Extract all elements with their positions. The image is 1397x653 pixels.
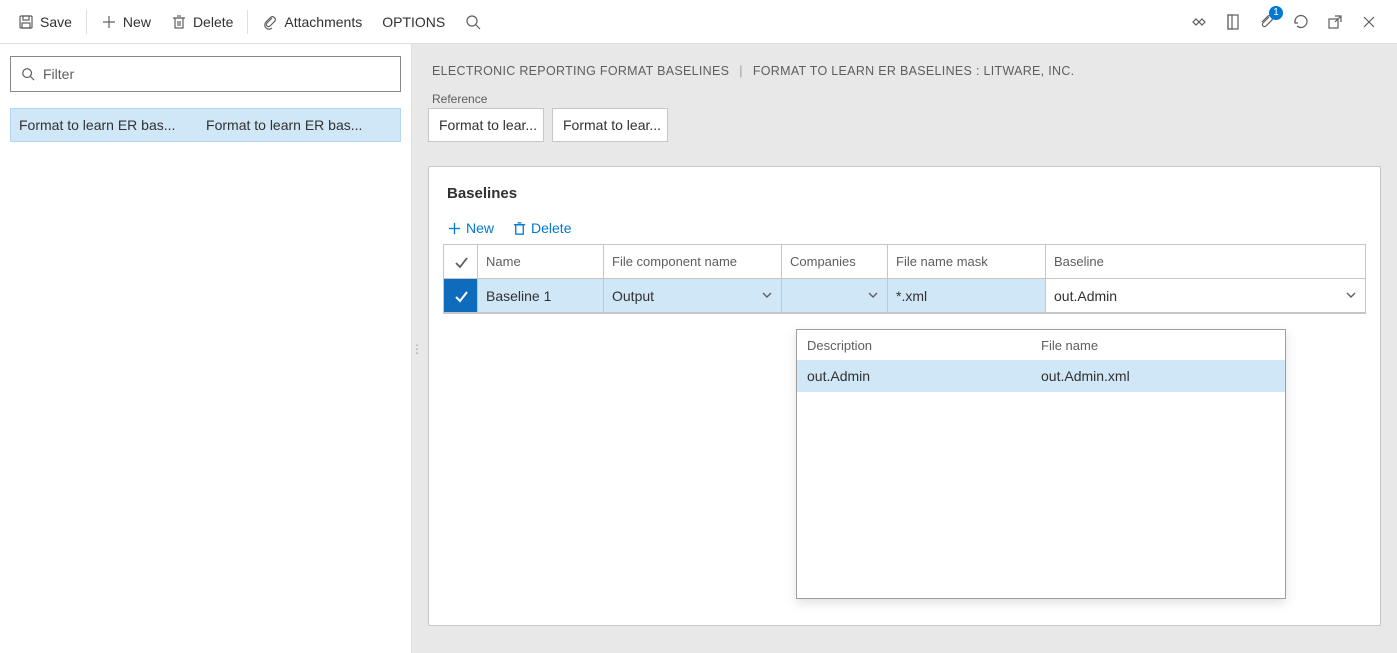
reference-field-2[interactable]: Format to lear...	[552, 108, 668, 142]
col-file-component[interactable]: File component name	[604, 245, 782, 278]
card-title: Baselines	[447, 185, 1368, 202]
reference-label: Reference	[432, 92, 1379, 106]
trash-icon	[512, 221, 527, 236]
baselines-card: Baselines New Delete Name File component…	[428, 166, 1381, 626]
save-icon	[18, 14, 34, 30]
cell-file-component-value: Output	[612, 288, 654, 304]
card-new-button[interactable]: New	[447, 220, 494, 236]
cell-file-mask[interactable]: *.xml	[888, 279, 1046, 312]
attachments-right-icon[interactable]: 1	[1257, 12, 1277, 32]
toolbar: Save New Delete Attachments OPTIONS 1	[0, 0, 1397, 44]
delete-label: Delete	[193, 14, 233, 30]
plus-icon	[447, 221, 462, 236]
delete-button[interactable]: Delete	[161, 6, 243, 38]
card-delete-label: Delete	[531, 220, 571, 236]
separator	[86, 10, 87, 34]
table-row[interactable]: Baseline 1 Output *.xml out.Admin	[444, 279, 1365, 313]
resize-handle[interactable]: ⋮	[412, 342, 425, 356]
dropdown-row-filename: out.Admin.xml	[1041, 368, 1130, 384]
separator	[247, 10, 248, 34]
breadcrumb-b[interactable]: FORMAT TO LEARN ER BASELINES : LITWARE, …	[753, 64, 1075, 78]
col-file-mask[interactable]: File name mask	[888, 245, 1046, 278]
attachments-button[interactable]: Attachments	[252, 6, 372, 38]
close-icon[interactable]	[1359, 12, 1379, 32]
cell-file-component[interactable]: Output	[604, 279, 782, 312]
list-item-col1: Format to learn ER bas...	[19, 117, 198, 133]
save-label: Save	[40, 14, 72, 30]
refresh-icon[interactable]	[1291, 12, 1311, 32]
dropdown-row[interactable]: out.Admin out.Admin.xml	[797, 360, 1285, 392]
cell-baseline-value: out.Admin	[1054, 288, 1117, 304]
popout-icon[interactable]	[1325, 12, 1345, 32]
chevron-down-icon	[761, 288, 773, 304]
grid-header: Name File component name Companies File …	[444, 245, 1365, 279]
reference-value-2: Format to lear...	[563, 117, 661, 133]
trash-icon	[171, 14, 187, 30]
plus-icon	[101, 14, 117, 30]
options-button[interactable]: OPTIONS	[372, 6, 455, 38]
filter-placeholder: Filter	[43, 66, 74, 82]
reference-field-1[interactable]: Format to lear...	[428, 108, 544, 142]
chevron-down-icon	[1345, 288, 1357, 304]
new-label: New	[123, 14, 151, 30]
search-icon	[465, 14, 481, 30]
baseline-dropdown[interactable]: Description File name out.Admin out.Admi…	[796, 329, 1286, 599]
dropdown-header: Description File name	[797, 330, 1285, 360]
dropdown-row-description: out.Admin	[807, 368, 1041, 384]
breadcrumb-a[interactable]: ELECTRONIC REPORTING FORMAT BASELINES	[432, 64, 729, 78]
cell-name[interactable]: Baseline 1	[478, 279, 604, 312]
connect-icon[interactable]	[1189, 12, 1209, 32]
paperclip-icon	[262, 14, 278, 30]
toolbar-right: 1	[1189, 12, 1389, 32]
dropdown-col-filename: File name	[1041, 338, 1098, 353]
card-delete-button[interactable]: Delete	[512, 220, 571, 236]
options-label: OPTIONS	[382, 14, 445, 30]
breadcrumb: ELECTRONIC REPORTING FORMAT BASELINES | …	[428, 58, 1381, 90]
sidebar: Filter Format to learn ER bas... Format …	[0, 44, 412, 653]
col-companies[interactable]: Companies	[782, 245, 888, 278]
row-checkbox[interactable]	[444, 279, 478, 312]
col-name[interactable]: Name	[478, 245, 604, 278]
notification-badge: 1	[1269, 6, 1283, 20]
chevron-down-icon	[867, 288, 879, 304]
new-button[interactable]: New	[91, 6, 161, 38]
save-button[interactable]: Save	[8, 6, 82, 38]
reference-value-1: Format to lear...	[439, 117, 537, 133]
search-button[interactable]	[455, 6, 491, 38]
list-item[interactable]: Format to learn ER bas... Format to lear…	[10, 108, 401, 142]
breadcrumb-sep: |	[739, 64, 743, 78]
dropdown-col-description: Description	[807, 338, 1041, 353]
filter-input[interactable]: Filter	[10, 56, 401, 92]
attachments-label: Attachments	[284, 14, 362, 30]
col-baseline[interactable]: Baseline	[1046, 245, 1365, 278]
baselines-grid: Name File component name Companies File …	[443, 244, 1366, 314]
cell-baseline[interactable]: out.Admin	[1046, 279, 1365, 312]
main-content: ⋮ ELECTRONIC REPORTING FORMAT BASELINES …	[412, 44, 1397, 653]
list-item-col2: Format to learn ER bas...	[206, 117, 392, 133]
search-icon	[21, 67, 35, 81]
card-new-label: New	[466, 220, 494, 236]
office-icon[interactable]	[1223, 12, 1243, 32]
select-all-checkbox[interactable]	[444, 245, 478, 278]
cell-companies[interactable]	[782, 279, 888, 312]
